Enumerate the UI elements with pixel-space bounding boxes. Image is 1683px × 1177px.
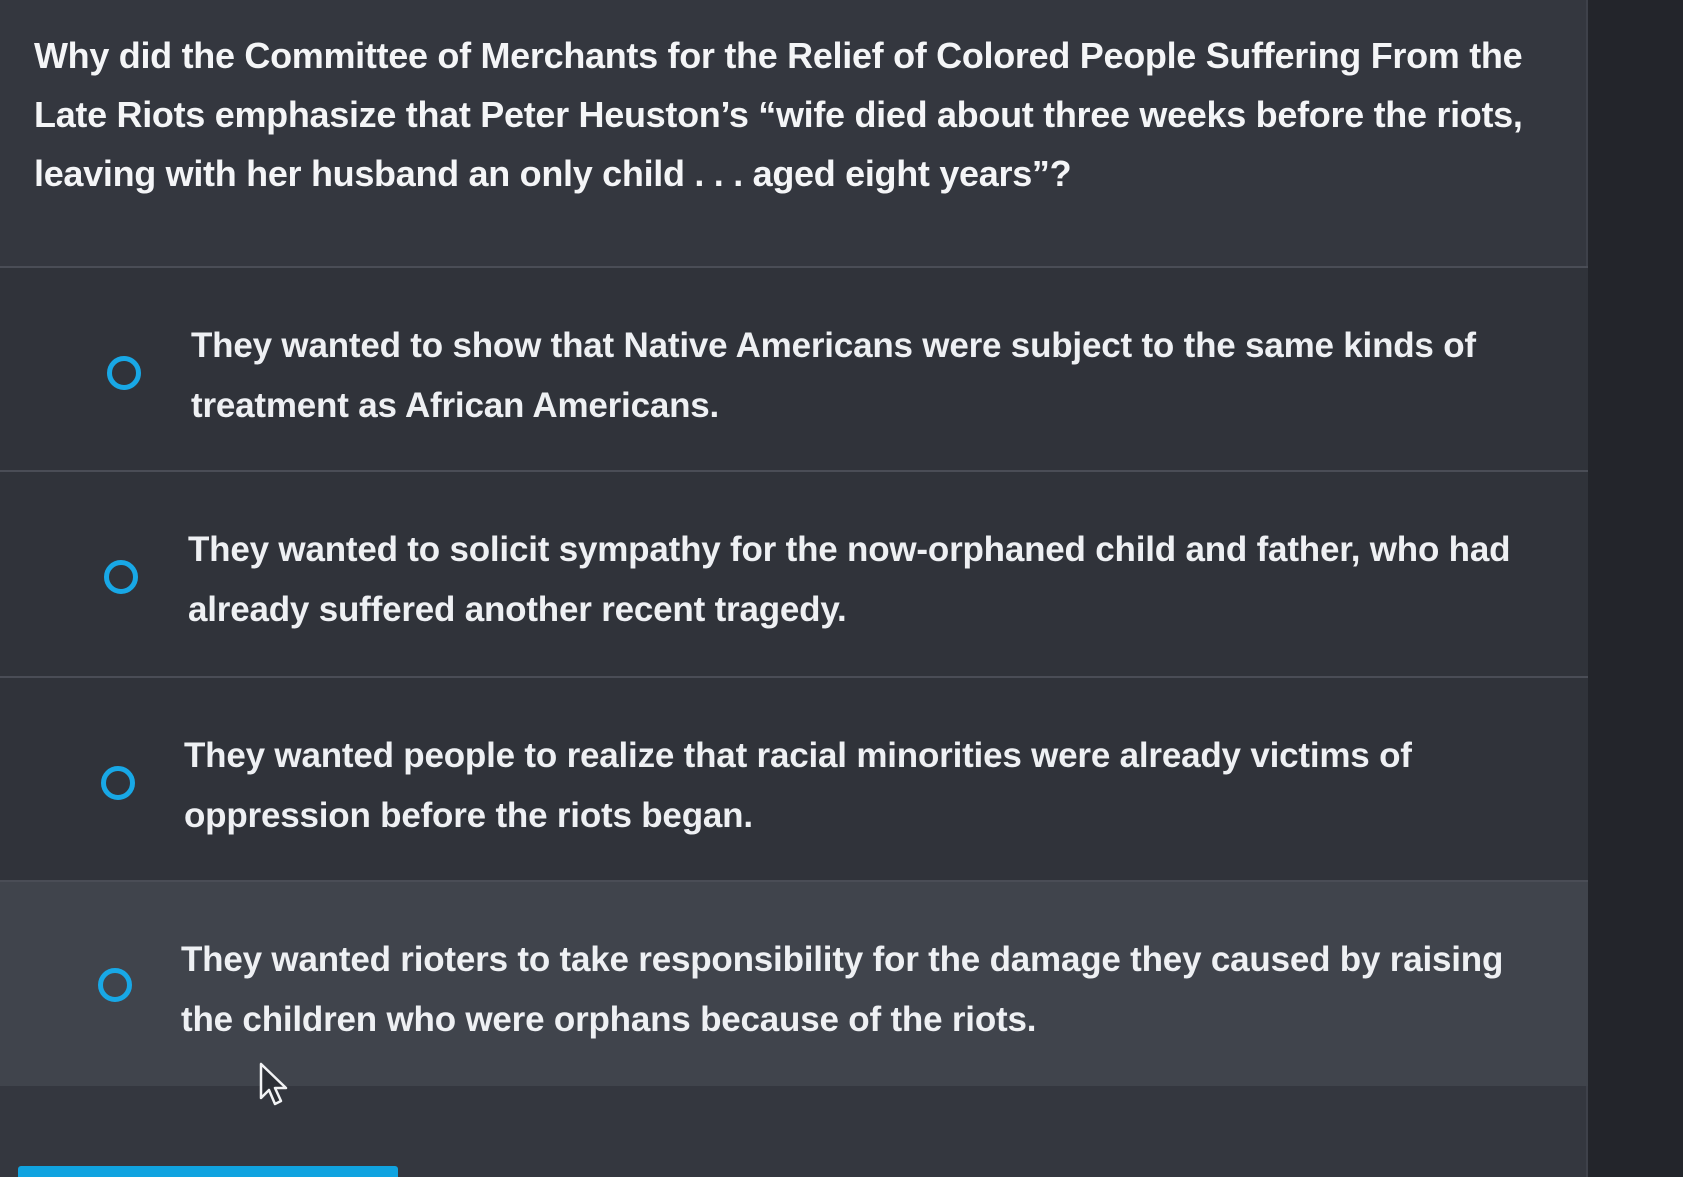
radio-unselected-icon[interactable] (98, 968, 132, 1002)
answer-option-label: They wanted to show that Native American… (191, 326, 1476, 425)
answer-option-4[interactable]: They wanted rioters to take responsibili… (0, 880, 1588, 1086)
question-panel: Why did the Committee of Merchants for t… (0, 0, 1588, 1177)
radio-unselected-icon[interactable] (104, 560, 138, 594)
answer-option-label: They wanted to solicit sympathy for the … (188, 530, 1511, 629)
answer-option-label: They wanted rioters to take responsibili… (181, 940, 1504, 1039)
submit-button-edge[interactable] (18, 1166, 398, 1177)
answer-option-label: They wanted people to realize that racia… (184, 736, 1412, 835)
answer-option-2[interactable]: They wanted to solicit sympathy for the … (0, 470, 1588, 676)
answer-option-1[interactable]: They wanted to show that Native American… (0, 266, 1588, 470)
question-text: Why did the Committee of Merchants for t… (34, 35, 1523, 194)
radio-unselected-icon[interactable] (101, 766, 135, 800)
mouse-pointer-icon (259, 1062, 288, 1106)
screen-edge (1588, 0, 1683, 1177)
radio-unselected-icon[interactable] (107, 356, 141, 390)
answer-option-3[interactable]: They wanted people to realize that racia… (0, 676, 1588, 880)
